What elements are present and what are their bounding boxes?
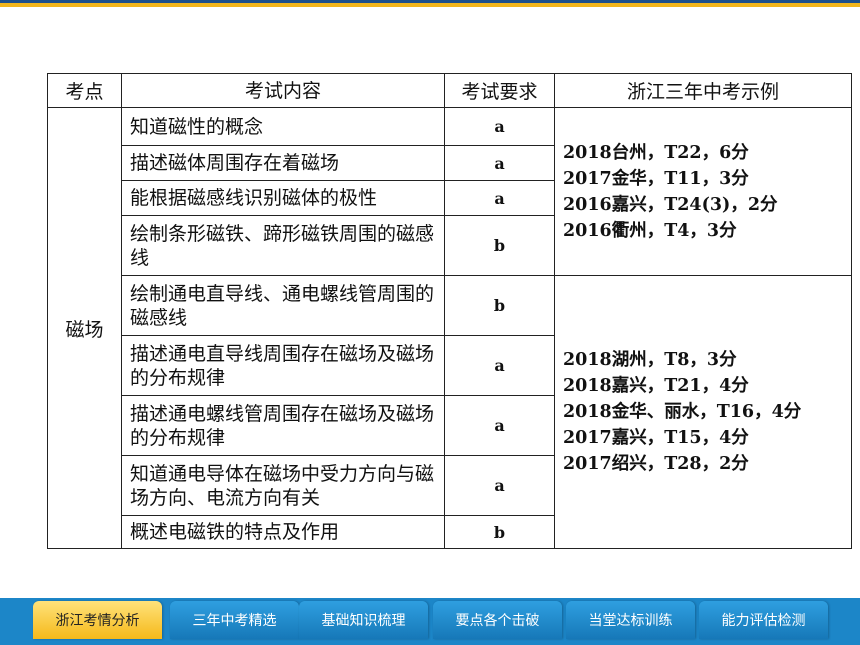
header-content: 考试内容	[121, 73, 445, 108]
requirement-cell: b	[444, 275, 555, 336]
requirement-cell: b	[444, 515, 555, 549]
example-line: 2016嘉兴，T24(3)，2分	[563, 194, 778, 215]
requirement-cell: b	[444, 215, 555, 276]
examples-cell-group-2: 2018湖州，T8，3分 2018嘉兴，T21，4分 2018金华、丽水，T16…	[554, 275, 852, 549]
requirement-cell: a	[444, 107, 555, 146]
example-line: 2016衢州，T4，3分	[563, 220, 737, 241]
exam-table: 考点 考试内容 考试要求 浙江三年中考示例 磁场 知道磁性的概念 a 2018台…	[47, 73, 852, 549]
example-line: 2018湖州，T8，3分	[563, 350, 737, 370]
content-cell: 知道通电导体在磁场中受力方向与磁场方向、电流方向有关	[121, 455, 445, 516]
example-line: 2017嘉兴，T15，4分	[563, 428, 749, 448]
tab-three-year-exams[interactable]: 三年中考精选	[170, 601, 299, 639]
example-line: 2018嘉兴，T21，4分	[563, 376, 749, 396]
content-cell: 描述通电螺线管周围存在磁场及磁场的分布规律	[121, 395, 445, 456]
requirement-cell: a	[444, 455, 555, 516]
header-topic: 考点	[47, 73, 122, 108]
requirement-cell: a	[444, 335, 555, 396]
example-line: 2018台州，T22，6分	[563, 142, 749, 163]
table-row: 绘制通电直导线、通电螺线管周围的磁感线 b 2018湖州，T8，3分 2018嘉…	[48, 275, 852, 549]
examples-cell-group-1: 2018台州，T22，6分 2017金华，T11，3分 2016嘉兴，T24(3…	[554, 107, 852, 276]
topic-cell: 磁场	[47, 107, 122, 549]
table-row: 磁场 知道磁性的概念 a 2018台州，T22，6分 2017金华，T11，3分…	[47, 107, 852, 549]
example-line: 2017金华，T11，3分	[563, 168, 749, 189]
tab-basic-knowledge[interactable]: 基础知识梳理	[299, 601, 428, 639]
content-cell: 描述通电直导线周围存在磁场及磁场的分布规律	[121, 335, 445, 396]
example-line: 2018金华、丽水，T16，4分	[563, 402, 802, 422]
content-cell: 概述电磁铁的特点及作用	[121, 515, 445, 549]
requirement-cell: a	[444, 145, 555, 181]
tab-key-points[interactable]: 要点各个击破	[433, 601, 562, 639]
content-cell: 能根据磁感线识别磁体的极性	[121, 180, 445, 216]
top-gold-bar	[0, 3, 860, 7]
tab-ability-test[interactable]: 能力评估检测	[699, 601, 828, 639]
requirement-cell: a	[444, 395, 555, 456]
content-cell: 绘制条形磁铁、蹄形磁铁周围的磁感线	[121, 215, 445, 276]
requirement-cell: a	[444, 180, 555, 216]
tab-zhejiang-analysis[interactable]: 浙江考情分析	[33, 601, 162, 639]
content-cell: 绘制通电直导线、通电螺线管周围的磁感线	[121, 275, 445, 336]
example-line: 2017绍兴，T28，2分	[563, 454, 749, 474]
content-cell: 知道磁性的概念	[121, 107, 445, 146]
content-cell: 描述磁体周围存在着磁场	[121, 145, 445, 181]
header-examples: 浙江三年中考示例	[554, 73, 852, 108]
tab-class-practice[interactable]: 当堂达标训练	[566, 601, 695, 639]
header-requirement: 考试要求	[444, 73, 555, 108]
table-header-row: 考点 考试内容 考试要求 浙江三年中考示例	[47, 73, 852, 108]
